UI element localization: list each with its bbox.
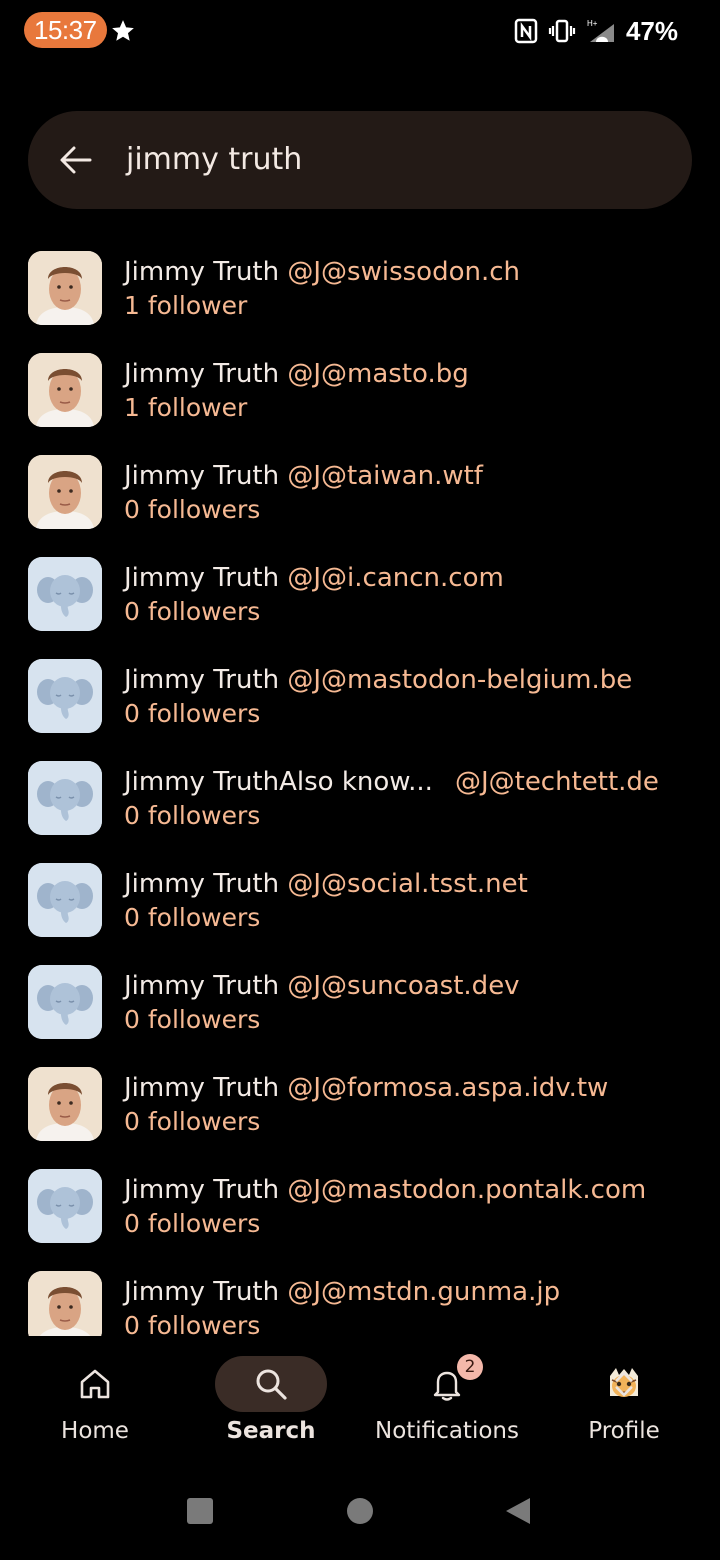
account-name: Jimmy Truth: [124, 461, 280, 491]
home-icon: [80, 1369, 110, 1399]
nfc-icon: [514, 18, 538, 44]
follower-count: 0 followers: [124, 1311, 261, 1336]
account-name: Jimmy Truth: [124, 563, 280, 593]
signal-icon: H+: [587, 19, 614, 42]
account-name: Jimmy Truth: [124, 971, 280, 1001]
account-handle: @J@formosa.aspa.idv.tw: [287, 1073, 609, 1103]
follower-count: 1 follower: [124, 291, 248, 320]
avatar: [28, 1271, 102, 1336]
back-triangle-icon[interactable]: [502, 1494, 536, 1528]
account-name: Jimmy Truth: [124, 257, 280, 287]
status-time: 15:37: [24, 12, 107, 48]
account-row[interactable]: Jimmy TruthAlso know... @J@techtett.de 0 …: [0, 746, 720, 848]
nav-home-label: Home: [61, 1418, 129, 1444]
follower-count: 0 followers: [124, 1209, 261, 1238]
account-name: Jimmy Truth: [124, 1073, 280, 1103]
account-row[interactable]: Jimmy Truth @J@formosa.aspa.idv.tw 0 fol…: [0, 1052, 720, 1154]
vibrate-icon: [548, 19, 576, 43]
svg-text:H+: H+: [587, 19, 598, 28]
account-row[interactable]: Jimmy Truth @J@swissodon.ch 1 follower: [0, 236, 720, 338]
avatar: [28, 1067, 102, 1141]
account-handle: @J@i.cancn.com: [287, 563, 504, 593]
follower-count: 0 followers: [124, 801, 261, 830]
default-avatar-elephant-icon: [28, 863, 102, 937]
avatar: [28, 251, 102, 325]
arrow-left-icon[interactable]: [58, 142, 94, 178]
account-name: Jimmy Truth: [124, 869, 280, 899]
default-avatar-elephant-icon: [28, 1169, 102, 1243]
chevron-updown-icon: [615, 1371, 633, 1397]
avatar: [28, 353, 102, 427]
account-name: Jimmy TruthAlso know...: [124, 767, 433, 797]
search-bar[interactable]: jimmy truth: [28, 111, 692, 209]
nav-notifications-icon-wrap: 2: [391, 1354, 503, 1412]
search-results-list[interactable]: Jimmy Truth @J@swissodon.ch 1 follower J…: [0, 236, 720, 1336]
account-handle: @J@swissodon.ch: [287, 257, 521, 287]
account-row[interactable]: Jimmy Truth @J@social.tsst.net 0 followe…: [0, 848, 720, 950]
account-handle: @J@mastodon-belgium.be: [287, 665, 633, 695]
nav-search[interactable]: Search: [181, 1356, 361, 1466]
follower-count: 1 follower: [124, 393, 248, 422]
account-name: Jimmy Truth: [124, 1277, 280, 1307]
account-name: Jimmy Truth: [124, 359, 280, 389]
account-row[interactable]: Jimmy Truth @J@suncoast.dev 0 followers: [0, 950, 720, 1052]
status-icons: H+ 47%: [514, 14, 678, 48]
nav-profile-icon-wrap: [568, 1356, 680, 1412]
nav-home[interactable]: Home: [5, 1356, 185, 1466]
default-avatar-elephant-icon: [28, 557, 102, 631]
account-handle: @J@mstdn.gunma.jp: [287, 1277, 561, 1307]
nav-search-label: Search: [226, 1418, 316, 1444]
account-handle: @J@mastodon.pontalk.com: [287, 1175, 647, 1205]
account-row[interactable]: Jimmy Truth @J@i.cancn.com 0 followers: [0, 542, 720, 644]
battery-text: 47%: [625, 15, 678, 46]
default-avatar-elephant-icon: [28, 965, 102, 1039]
account-handle: @J@techtett.de: [454, 767, 659, 797]
nav-profile[interactable]: Profile: [534, 1356, 714, 1466]
follower-count: 0 followers: [124, 1107, 261, 1136]
account-row[interactable]: Jimmy Truth @J@taiwan.wtf 0 followers: [0, 440, 720, 542]
account-handle: @J@suncoast.dev: [287, 971, 520, 1001]
nav-home-icon-wrap: [39, 1356, 151, 1412]
account-handle: @J@taiwan.wtf: [287, 461, 483, 491]
nav-notifications-label: Notifications: [375, 1418, 519, 1444]
account-row[interactable]: Jimmy Truth @J@mstdn.gunma.jp 0 follower…: [0, 1256, 720, 1336]
home-circle-icon[interactable]: [343, 1494, 377, 1528]
follower-count: 0 followers: [124, 699, 261, 728]
default-avatar-elephant-icon: [28, 659, 102, 733]
status-bar: 15:37 H+ 47%: [0, 0, 720, 60]
follower-count: 0 followers: [124, 903, 261, 932]
star-icon: [112, 20, 134, 41]
account-name: Jimmy Truth: [124, 1175, 280, 1205]
nav-profile-label: Profile: [588, 1418, 660, 1444]
account-row[interactable]: Jimmy Truth @J@mastodon-belgium.be 0 fol…: [0, 644, 720, 746]
follower-count: 0 followers: [124, 495, 261, 524]
avatar: [28, 455, 102, 529]
nav-search-icon-wrap: [215, 1356, 327, 1412]
account-handle: @J@masto.bg: [287, 359, 469, 389]
nav-notifications[interactable]: 2 Notifications: [357, 1354, 537, 1466]
bottom-navigation: Home Search 2 Notifications Profile: [0, 1336, 720, 1466]
default-avatar-elephant-icon: [28, 761, 102, 835]
account-row[interactable]: Jimmy Truth @J@mastodon.pontalk.com 0 fo…: [0, 1154, 720, 1256]
follower-count: 0 followers: [124, 1005, 261, 1034]
system-navigation-bar: [0, 1466, 720, 1560]
account-row[interactable]: Jimmy Truth @J@masto.bg 1 follower: [0, 338, 720, 440]
search-input[interactable]: jimmy truth: [126, 111, 302, 209]
recents-square-icon[interactable]: [183, 1494, 217, 1528]
follower-count: 0 followers: [124, 597, 261, 626]
account-handle: @J@social.tsst.net: [287, 869, 528, 899]
search-icon: [256, 1369, 287, 1400]
notifications-badge: 2: [457, 1354, 483, 1380]
account-name: Jimmy Truth: [124, 665, 280, 695]
